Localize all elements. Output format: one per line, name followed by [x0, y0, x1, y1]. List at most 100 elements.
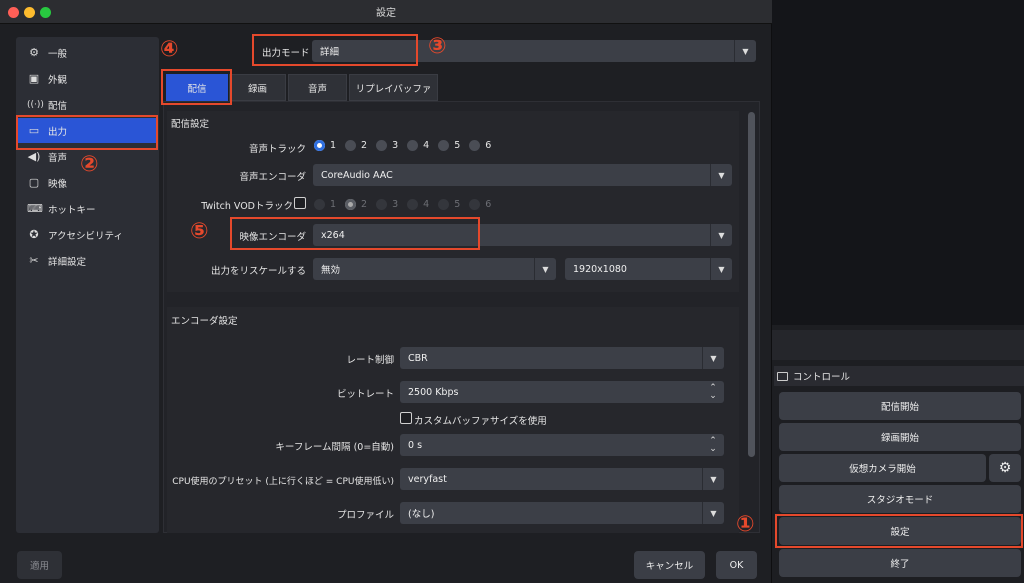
sidebar-item-stream[interactable]: ((·)) 配信	[17, 92, 158, 117]
highlight-settings-button	[775, 514, 1023, 548]
highlight-stream-tab	[161, 69, 232, 105]
exit-button[interactable]: 終了	[779, 549, 1021, 577]
sidebar-item-label: 映像	[48, 178, 68, 190]
audio-track-radios: 123456	[314, 140, 500, 154]
highlight-video-encoder	[230, 217, 480, 250]
rescale-select[interactable]: 無効 ▼	[313, 258, 556, 280]
audio-encoder-select[interactable]: CoreAudio AAC ▼	[313, 164, 732, 186]
appearance-icon: ▣	[28, 72, 40, 85]
monitor-icon: ▢	[28, 176, 40, 189]
annotation-number-4: ④	[160, 37, 179, 62]
start-virtual-camera-button[interactable]: 仮想カメラ開始	[779, 454, 986, 482]
start-streaming-button[interactable]: 配信開始	[779, 392, 1021, 420]
dock-strip	[772, 330, 1024, 360]
broadcast-icon: ((·))	[27, 99, 44, 110]
apply-button[interactable]: 適用	[17, 551, 62, 579]
preset-label: CPU使用のプリセット (上に行くほど = CPU使用低い)	[172, 477, 394, 487]
chevron-down-icon: ▼	[534, 258, 556, 280]
preview-area	[772, 0, 1024, 325]
start-recording-button[interactable]: 録画開始	[779, 423, 1021, 451]
cancel-button[interactable]: キャンセル	[634, 551, 705, 579]
sidebar-item-label: 外観	[48, 74, 68, 86]
chevron-down-icon: ▼	[710, 224, 732, 246]
chevron-down-icon: ▼	[702, 347, 724, 369]
stepper-icon[interactable]: ⌃ ⌄	[702, 381, 724, 403]
profile-label: プロファイル	[336, 510, 394, 521]
rescale-label: 出力をリスケールする	[210, 266, 306, 277]
rate-control-select[interactable]: CBR ▼	[400, 347, 724, 369]
tab-replay-buffer[interactable]: リプレイバッファ	[349, 74, 438, 101]
rate-control-value: CBR	[408, 352, 428, 364]
controls-title: コントロール	[793, 372, 851, 383]
virtual-camera-settings-button[interactable]: ⚙	[989, 454, 1021, 482]
vod-radio-1: 1	[314, 199, 336, 210]
audio-track-label: 音声トラック	[248, 144, 306, 155]
tools-icon: ✂	[29, 254, 39, 267]
audio-encoder-value: CoreAudio AAC	[321, 169, 393, 181]
sidebar-item-label: 配信	[48, 100, 68, 112]
minimize-window-button[interactable]	[24, 7, 35, 18]
gear-icon: ⚙	[29, 46, 39, 59]
chevron-down-icon: ▼	[710, 258, 732, 280]
vod-radio-2: 2	[345, 199, 367, 210]
highlight-output-mode	[252, 34, 418, 66]
preset-value: veryfast	[408, 473, 447, 485]
track-radio-4[interactable]: 4	[407, 140, 429, 151]
settings-scrollbar[interactable]	[748, 112, 755, 457]
highlight-output-item	[16, 115, 158, 150]
audio-encoder-label: 音声エンコーダ	[239, 172, 306, 183]
controls-dock-header: コントロール	[774, 366, 1024, 386]
encoder-settings-title: エンコーダ設定	[171, 316, 238, 327]
track-radio-1[interactable]: 1	[314, 140, 336, 151]
speaker-icon: ◀)	[27, 150, 41, 163]
custom-buffer-checkbox[interactable]	[400, 412, 412, 424]
preset-select[interactable]: veryfast ▼	[400, 468, 724, 490]
sidebar-item-advanced[interactable]: ✂ 詳細設定	[17, 248, 158, 273]
chevron-down-icon: ▼	[710, 164, 732, 186]
vod-radio-6: 6	[469, 199, 491, 210]
track-radio-5[interactable]: 5	[438, 140, 460, 151]
sidebar-item-appearance[interactable]: ▣ 外観	[17, 66, 158, 91]
chevron-down-icon: ▼	[734, 40, 756, 62]
sidebar-item-accessibility[interactable]: ✪ アクセシビリティ	[17, 222, 158, 247]
bitrate-label: ビットレート	[336, 389, 394, 400]
keyframe-label: キーフレーム間隔 (0=自動)	[275, 442, 394, 453]
sidebar-item-hotkeys[interactable]: ⌨ ホットキー	[17, 196, 158, 221]
rescale-resolution-select[interactable]: 1920x1080 ▼	[565, 258, 732, 280]
vod-radio-3: 3	[376, 199, 398, 210]
rescale-value: 無効	[321, 265, 341, 276]
ok-button[interactable]: OK	[716, 551, 757, 579]
profile-value: (なし)	[408, 509, 435, 520]
track-radio-3[interactable]: 3	[376, 140, 398, 151]
annotation-number-3: ③	[428, 34, 447, 59]
vod-radio-5: 5	[438, 199, 460, 210]
keyframe-value: 0 s	[408, 439, 423, 451]
sidebar-item-label: アクセシビリティ	[48, 230, 123, 242]
zoom-window-button[interactable]	[40, 7, 51, 18]
sidebar-item-general[interactable]: ⚙ 一般	[17, 40, 158, 65]
window-title: 設定	[376, 8, 396, 19]
dock-icon	[777, 371, 788, 381]
bitrate-value: 2500 Kbps	[408, 386, 459, 398]
profile-select[interactable]: (なし) ▼	[400, 502, 724, 524]
tab-audio[interactable]: 音声	[288, 74, 347, 101]
keyframe-spinbox[interactable]: 0 s ⌃ ⌄	[400, 434, 724, 456]
bitrate-spinbox[interactable]: 2500 Kbps ⌃ ⌄	[400, 381, 724, 403]
vod-track-checkbox[interactable]	[294, 197, 306, 209]
tab-recording[interactable]: 録画	[229, 74, 286, 101]
studio-mode-button[interactable]: スタジオモード	[779, 485, 1021, 513]
rate-control-label: レート制御	[346, 355, 394, 366]
annotation-number-2: ②	[80, 152, 99, 177]
rescale-resolution-value: 1920x1080	[573, 263, 627, 275]
annotation-number-5: ⑤	[190, 219, 209, 244]
sidebar-item-label: 詳細設定	[48, 256, 87, 268]
close-window-button[interactable]	[8, 7, 19, 18]
sidebar-item-label: ホットキー	[48, 204, 96, 216]
track-radio-2[interactable]: 2	[345, 140, 367, 151]
track-radio-6[interactable]: 6	[469, 140, 491, 151]
stream-settings-title: 配信設定	[171, 119, 210, 130]
annotation-number-1: ①	[736, 512, 755, 537]
chevron-down-icon: ▼	[702, 468, 724, 490]
stepper-icon[interactable]: ⌃ ⌄	[702, 434, 724, 456]
custom-buffer-label: カスタムバッファサイズを使用	[414, 416, 547, 427]
